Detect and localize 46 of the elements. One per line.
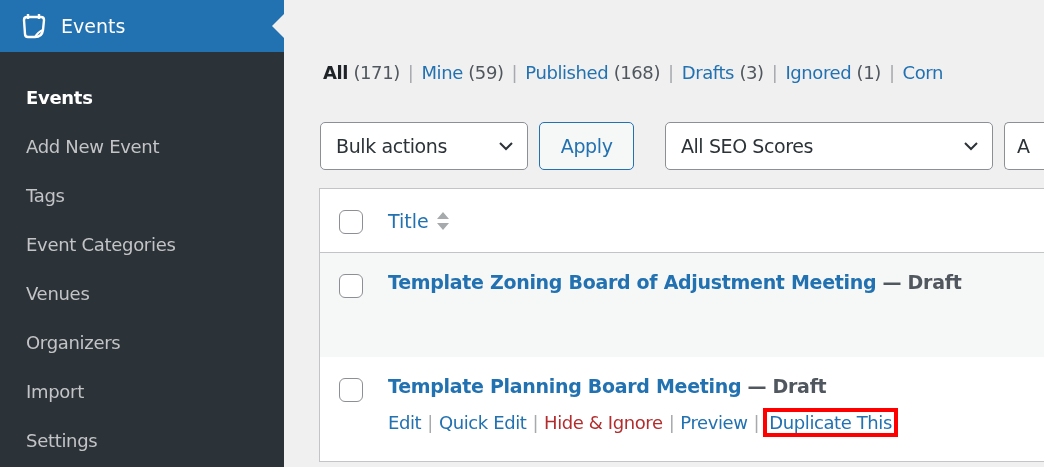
status-link[interactable]: Mine (59) (421, 61, 504, 83)
sidebar-item[interactable]: Event Categories (0, 220, 284, 269)
calendar-icon (20, 13, 47, 39)
filter-dropdown[interactable]: A (1004, 122, 1044, 170)
status-link[interactable]: All (171) (323, 61, 400, 83)
separator: | (668, 412, 675, 433)
event-title-link[interactable]: Template Planning Board Meeting (388, 375, 742, 397)
sidebar-item[interactable]: Tags (0, 171, 284, 220)
sidebar-item[interactable]: Import (0, 367, 284, 416)
status-link[interactable]: Corn (902, 61, 944, 83)
sidebar-item[interactable]: Events (0, 73, 284, 122)
sidebar-item[interactable]: Settings (0, 416, 284, 465)
checkbox[interactable] (339, 378, 363, 402)
seo-score-dropdown[interactable]: All SEO Scores (664, 122, 993, 170)
column-header[interactable]: Title (388, 209, 449, 232)
menu-title: Events (61, 15, 126, 37)
status-link[interactable]: Drafts (3) (681, 61, 764, 83)
sidebar-item[interactable]: Organizers (0, 318, 284, 367)
separator: | (407, 61, 414, 83)
menu-pointer (272, 14, 284, 38)
post-state: — Draft (881, 271, 962, 293)
separator: | (427, 412, 433, 433)
sidebar-item[interactable]: Add New Event (0, 122, 284, 171)
row-action-link[interactable]: Duplicate This (763, 408, 898, 437)
separator: | (888, 61, 895, 83)
checkbox[interactable] (339, 274, 363, 298)
bulk-actions-dropdown[interactable]: Bulk actions (320, 122, 529, 170)
sidebar-item[interactable]: Venues (0, 269, 284, 318)
row-action-link[interactable]: Quick Edit (432, 408, 533, 437)
status-link[interactable]: Ignored (1) (785, 61, 881, 83)
separator: | (753, 412, 760, 433)
menu-header[interactable]: Events (0, 0, 284, 52)
row-action-link[interactable]: Hide & Ignore (538, 408, 669, 437)
event-title-link[interactable]: Template Zoning Board of Adjustment Meeting (388, 271, 877, 293)
apply-button[interactable]: Apply (539, 122, 634, 170)
separator: | (532, 412, 539, 433)
separator: | (511, 61, 518, 83)
row-action-link[interactable]: Preview (674, 408, 754, 437)
status-link[interactable]: Published (168) (525, 61, 661, 83)
post-state: — Draft (746, 375, 827, 397)
checkbox[interactable] (339, 210, 363, 234)
chevron-icon (497, 140, 516, 152)
chevron-icon (962, 140, 980, 152)
row-action-link[interactable]: Edit (382, 408, 428, 437)
separator: | (771, 61, 778, 83)
separator: | (668, 61, 674, 83)
